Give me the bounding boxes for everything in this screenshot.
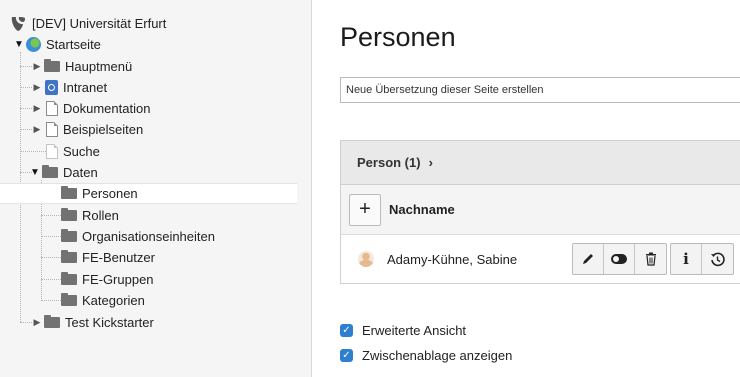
table-row: Adamy-Kühne, Sabine i <box>341 235 740 283</box>
tree-item-kategorien[interactable]: Kategorien <box>61 290 145 311</box>
column-label-nachname[interactable]: Nachname <box>389 202 455 217</box>
record-info-actions: i <box>670 243 734 275</box>
folder-icon <box>61 250 77 263</box>
tree-line <box>20 108 32 109</box>
tree-item-dokumentation[interactable]: ▶ Dokumentation <box>32 98 150 119</box>
tree-line <box>41 257 61 258</box>
clipboard-checkbox[interactable]: ✓ Zwischenablage anzeigen <box>340 348 512 363</box>
info-button[interactable]: i <box>671 244 702 274</box>
folder-icon <box>61 229 77 242</box>
tree-root-label: [DEV] Universität Erfurt <box>32 16 167 31</box>
checkbox-label: Erweiterte Ansicht <box>362 323 467 338</box>
tree-item-label: FE-Benutzer <box>82 250 155 265</box>
folder-icon <box>61 186 77 199</box>
tree-item-beispielseiten[interactable]: ▶ Beispielseiten <box>32 119 143 140</box>
tree-line <box>41 279 61 280</box>
tree-line <box>41 300 61 301</box>
typo3-logo-icon <box>11 16 25 31</box>
page-title: Personen <box>340 22 456 52</box>
person-icon[interactable] <box>358 251 374 267</box>
caret-right-icon[interactable]: ▶ <box>32 317 42 328</box>
folder-icon <box>61 272 77 285</box>
info-icon: i <box>683 250 689 268</box>
tree-line <box>20 87 32 88</box>
translation-select[interactable]: Neue Übersetzung dieser Seite erstellen <box>340 77 740 103</box>
checkbox-checked-icon[interactable]: ✓ <box>340 349 353 362</box>
page-icon <box>46 101 58 116</box>
record-list-panel: Person (1) › + Nachname Adamy-Kühne, Sab… <box>340 140 740 284</box>
tree-item-label: Personen <box>82 186 138 201</box>
chevron-right-icon[interactable]: › <box>429 155 433 170</box>
folder-icon <box>61 208 77 221</box>
caret-right-icon[interactable]: ▶ <box>32 103 42 114</box>
panel-title: Person (1) <box>357 155 421 170</box>
folder-icon <box>44 59 60 72</box>
history-button[interactable] <box>702 244 733 274</box>
tree-item-label: Startseite <box>46 37 101 52</box>
tree-item-label: FE-Gruppen <box>82 272 154 287</box>
trash-icon <box>645 252 656 266</box>
tree-item-daten[interactable]: ▼ Daten <box>30 162 98 183</box>
record-edit-actions <box>572 243 667 275</box>
tree-item-test-kickstarter[interactable]: ▶ Test Kickstarter <box>32 312 154 333</box>
tree-item-fe-benutzer[interactable]: FE-Benutzer <box>61 247 155 268</box>
tree-line <box>41 236 61 237</box>
extended-view-checkbox[interactable]: ✓ Erweiterte Ansicht <box>340 323 466 338</box>
tree-item-label: Suche <box>63 144 100 159</box>
tree-line <box>20 66 32 67</box>
tree-item-organisationseinheiten[interactable]: Organisationseinheiten <box>61 226 215 247</box>
caret-right-icon[interactable]: ▶ <box>32 61 42 72</box>
tree-item-startseite[interactable]: ▼ Startseite <box>14 34 101 55</box>
folder-icon <box>61 293 77 306</box>
tree-item-personen[interactable]: Personen <box>0 183 297 204</box>
folder-icon <box>42 165 58 178</box>
tree-item-label: Hauptmenü <box>65 59 133 74</box>
caret-down-icon[interactable]: ▼ <box>30 167 40 178</box>
panel-header[interactable]: Person (1) › <box>341 141 740 185</box>
column-header-row: + Nachname <box>341 185 740 235</box>
tree-item-label: Organisationseinheiten <box>82 229 215 244</box>
page-tree: [DEV] Universität Erfurt ▼ Startseite ▶ … <box>0 0 312 377</box>
intranet-page-icon <box>45 80 58 95</box>
tree-item-hauptmenue[interactable]: ▶ Hauptmenü <box>32 56 132 77</box>
tree-item-label: Beispielseiten <box>63 122 144 137</box>
tree-line <box>20 151 46 152</box>
tree-line <box>41 215 61 216</box>
delete-button[interactable] <box>635 244 666 274</box>
tree-line <box>20 322 32 323</box>
caret-right-icon[interactable]: ▶ <box>32 82 42 93</box>
tree-item-rollen[interactable]: Rollen <box>61 205 119 226</box>
tree-item-label: Dokumentation <box>63 101 151 116</box>
tree-item-label: Daten <box>63 165 98 180</box>
tree-item-label: Test Kickstarter <box>65 315 154 330</box>
tree-item-intranet[interactable]: ▶ Intranet <box>32 77 107 98</box>
history-icon <box>711 252 725 266</box>
tree-item-label: Intranet <box>63 80 108 95</box>
folder-icon <box>44 315 60 328</box>
tree-line <box>20 129 32 130</box>
edit-button[interactable] <box>573 244 604 274</box>
record-name[interactable]: Adamy-Kühne, Sabine <box>387 252 517 267</box>
page-icon <box>46 144 58 159</box>
tree-item-suche[interactable]: Suche <box>46 141 100 162</box>
checkbox-checked-icon[interactable]: ✓ <box>340 324 353 337</box>
pencil-icon <box>583 254 593 264</box>
toggle-visibility-button[interactable] <box>604 244 635 274</box>
page-icon <box>46 122 58 137</box>
new-record-button[interactable]: + <box>349 193 381 226</box>
globe-icon <box>26 37 41 52</box>
tree-root[interactable]: [DEV] Universität Erfurt <box>10 13 166 34</box>
checkbox-label: Zwischenablage anzeigen <box>362 348 513 363</box>
toggle-icon <box>611 254 627 264</box>
tree-item-label: Kategorien <box>82 293 145 308</box>
tree-item-label: Rollen <box>82 208 119 223</box>
caret-down-icon[interactable]: ▼ <box>14 39 24 50</box>
tree-item-fe-gruppen[interactable]: FE-Gruppen <box>61 269 154 290</box>
caret-right-icon[interactable]: ▶ <box>32 124 42 135</box>
